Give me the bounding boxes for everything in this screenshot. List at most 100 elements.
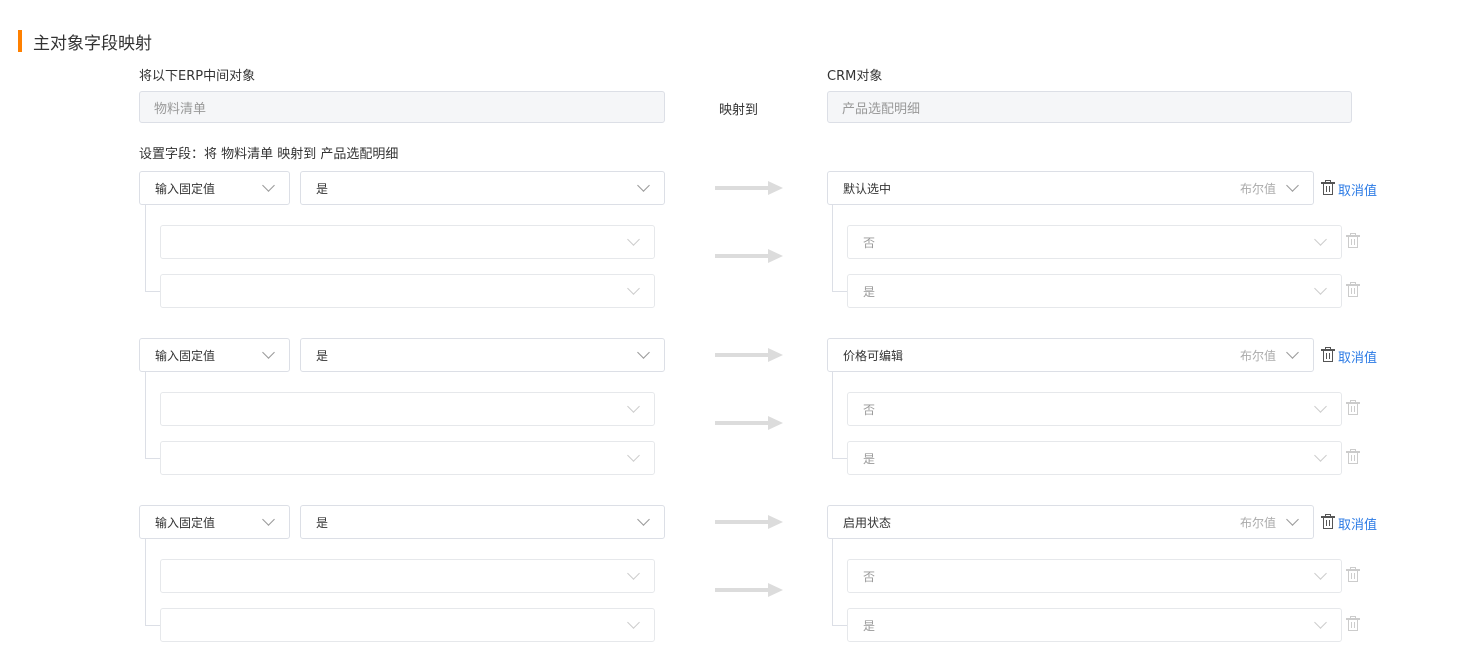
chevron-down-icon — [637, 346, 650, 359]
target-object-label: CRM对象 — [827, 69, 883, 84]
target-field-select[interactable]: 默认选中 布尔值 — [827, 171, 1314, 205]
chevron-down-icon — [627, 449, 640, 462]
tree-connector — [145, 539, 146, 626]
source-value: 是 — [316, 181, 329, 196]
chevron-down-icon — [262, 346, 275, 359]
target-field-value: 默认选中 — [843, 181, 892, 196]
map-arrow-icon — [715, 181, 783, 195]
source-option-select[interactable] — [160, 225, 655, 259]
tree-connector — [832, 205, 833, 292]
trash-icon[interactable] — [1346, 616, 1360, 632]
settings-hint: 设置字段：将 物料清单 映射到 产品选配明细 — [139, 147, 399, 162]
option-value: 否 — [863, 402, 876, 417]
target-field-select[interactable]: 启用状态 布尔值 — [827, 505, 1314, 539]
source-value-select[interactable]: 是 — [300, 171, 665, 205]
cancel-value-link[interactable]: 取消值 — [1338, 347, 1377, 366]
target-object-value: 产品选配明细 — [842, 101, 921, 117]
target-option-select[interactable]: 是 — [847, 274, 1342, 308]
target-option-select[interactable]: 否 — [847, 225, 1342, 259]
tree-connector — [145, 372, 146, 459]
source-option-select[interactable] — [160, 559, 655, 593]
chevron-down-icon — [1286, 513, 1299, 526]
chevron-down-icon — [262, 513, 275, 526]
chevron-down-icon — [1286, 179, 1299, 192]
tree-connector — [832, 539, 833, 626]
chevron-down-icon — [627, 567, 640, 580]
target-object-field: 产品选配明细 — [827, 91, 1352, 123]
option-value: 否 — [863, 569, 876, 584]
map-arrow-icon — [715, 249, 783, 263]
trash-icon[interactable] — [1321, 347, 1335, 363]
trash-icon[interactable] — [1346, 449, 1360, 465]
chevron-down-icon — [1314, 616, 1327, 629]
trash-icon[interactable] — [1346, 567, 1360, 583]
source-value-select[interactable]: 是 — [300, 338, 665, 372]
tree-connector — [145, 291, 160, 292]
source-option-select[interactable] — [160, 274, 655, 308]
trash-icon[interactable] — [1321, 180, 1335, 196]
field-type-label: 布尔值 — [1239, 181, 1276, 196]
chevron-down-icon — [637, 513, 650, 526]
tree-connector — [832, 458, 847, 459]
source-value-select[interactable]: 是 — [300, 505, 665, 539]
chevron-down-icon — [1314, 282, 1327, 295]
tree-connector — [145, 458, 160, 459]
chevron-down-icon — [637, 179, 650, 192]
field-type-label: 布尔值 — [1239, 348, 1276, 363]
map-arrow-icon — [715, 348, 783, 362]
field-type-label: 布尔值 — [1239, 515, 1276, 530]
chevron-down-icon — [1286, 346, 1299, 359]
target-option-select[interactable]: 否 — [847, 392, 1342, 426]
target-option-select[interactable]: 否 — [847, 559, 1342, 593]
tree-connector — [832, 625, 847, 626]
option-value: 是 — [863, 451, 876, 466]
target-option-select[interactable]: 是 — [847, 608, 1342, 642]
source-option-select[interactable] — [160, 608, 655, 642]
target-field-value: 启用状态 — [843, 515, 892, 530]
tree-connector — [832, 291, 847, 292]
source-value: 是 — [316, 515, 329, 530]
source-type-select[interactable]: 输入固定值 — [139, 171, 290, 205]
source-type-select[interactable]: 输入固定值 — [139, 505, 290, 539]
trash-icon[interactable] — [1346, 400, 1360, 416]
source-type-value: 输入固定值 — [155, 348, 216, 363]
source-type-value: 输入固定值 — [155, 515, 216, 530]
source-option-select[interactable] — [160, 441, 655, 475]
map-arrow-icon — [715, 515, 783, 529]
map-to-label: 映射到 — [719, 103, 759, 118]
source-object-value: 物料清单 — [154, 101, 207, 117]
source-value: 是 — [316, 348, 329, 363]
tree-connector — [145, 625, 160, 626]
source-object-field: 物料清单 — [139, 91, 665, 123]
target-field-value: 价格可编辑 — [843, 348, 904, 363]
source-option-select[interactable] — [160, 392, 655, 426]
chevron-down-icon — [1314, 449, 1327, 462]
tree-connector — [145, 205, 146, 292]
map-arrow-icon — [715, 583, 783, 597]
chevron-down-icon — [1314, 567, 1327, 580]
option-value: 否 — [863, 235, 876, 250]
chevron-down-icon — [1314, 400, 1327, 413]
target-option-select[interactable]: 是 — [847, 441, 1342, 475]
section-header: 主对象字段映射 — [18, 30, 152, 54]
chevron-down-icon — [1314, 233, 1327, 246]
chevron-down-icon — [262, 179, 275, 192]
cancel-value-link[interactable]: 取消值 — [1338, 180, 1377, 199]
source-type-select[interactable]: 输入固定值 — [139, 338, 290, 372]
chevron-down-icon — [627, 233, 640, 246]
section-title: 主对象字段映射 — [33, 33, 152, 54]
trash-icon[interactable] — [1346, 233, 1360, 249]
chevron-down-icon — [627, 400, 640, 413]
trash-icon[interactable] — [1321, 514, 1335, 530]
chevron-down-icon — [627, 616, 640, 629]
chevron-down-icon — [627, 282, 640, 295]
map-arrow-icon — [715, 416, 783, 430]
source-object-label: 将以下ERP中间对象 — [139, 69, 256, 84]
target-field-select[interactable]: 价格可编辑 布尔值 — [827, 338, 1314, 372]
cancel-value-link[interactable]: 取消值 — [1338, 514, 1377, 533]
section-accent-bar — [18, 30, 22, 52]
option-value: 是 — [863, 618, 876, 633]
tree-connector — [832, 372, 833, 459]
source-type-value: 输入固定值 — [155, 181, 216, 196]
trash-icon[interactable] — [1346, 282, 1360, 298]
